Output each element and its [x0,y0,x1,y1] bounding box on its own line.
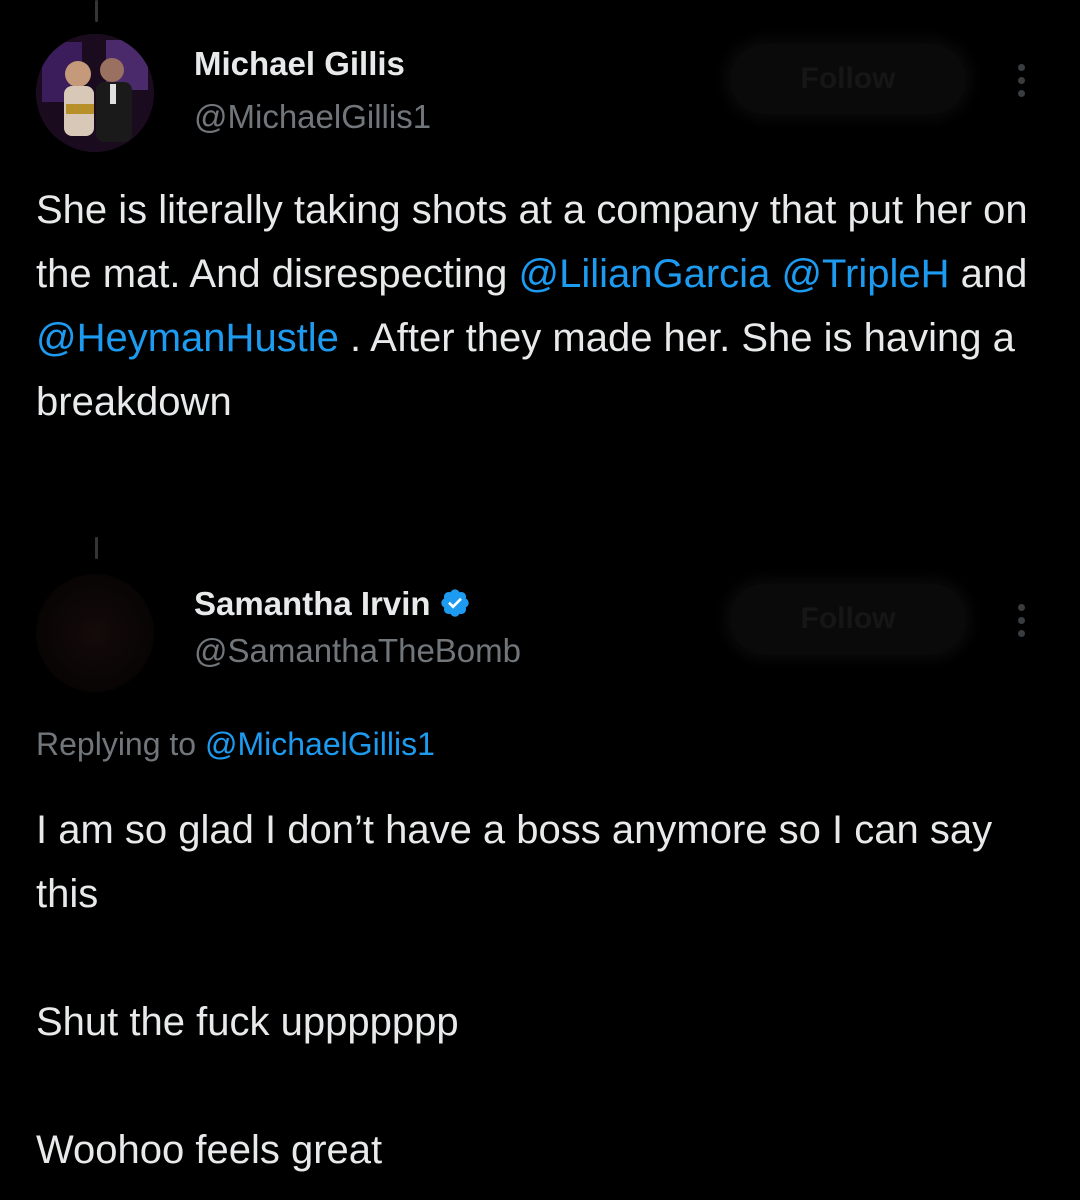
author-name-text: Samantha Irvin [194,585,431,622]
tweet-text: I am so glad I don’t have a boss anymore… [36,798,1036,1182]
tweet-samantha-irvin[interactable]: Samantha Irvin @SamanthaTheBomb Follow R… [0,0,1080,1200]
replying-to: Replying to @MichaelGillis1 [36,726,435,763]
replying-to-prefix: Replying to [36,726,205,762]
author-handle[interactable]: @SamanthaTheBomb [194,632,521,670]
more-options-icon[interactable] [1014,604,1028,637]
replying-to-mention[interactable]: @MichaelGillis1 [205,726,435,762]
follow-button[interactable]: Follow [730,584,966,654]
tweet-paragraph: Shut the fuck uppppppp [36,1000,459,1044]
author-name[interactable]: Samantha Irvin [194,585,471,623]
tweet-paragraph: I am so glad I don’t have a boss anymore… [36,808,993,916]
avatar-samantha-irvin[interactable] [36,574,154,692]
tweet-paragraph: Woohoo feels great [36,1128,383,1172]
verified-badge-icon [440,589,469,617]
